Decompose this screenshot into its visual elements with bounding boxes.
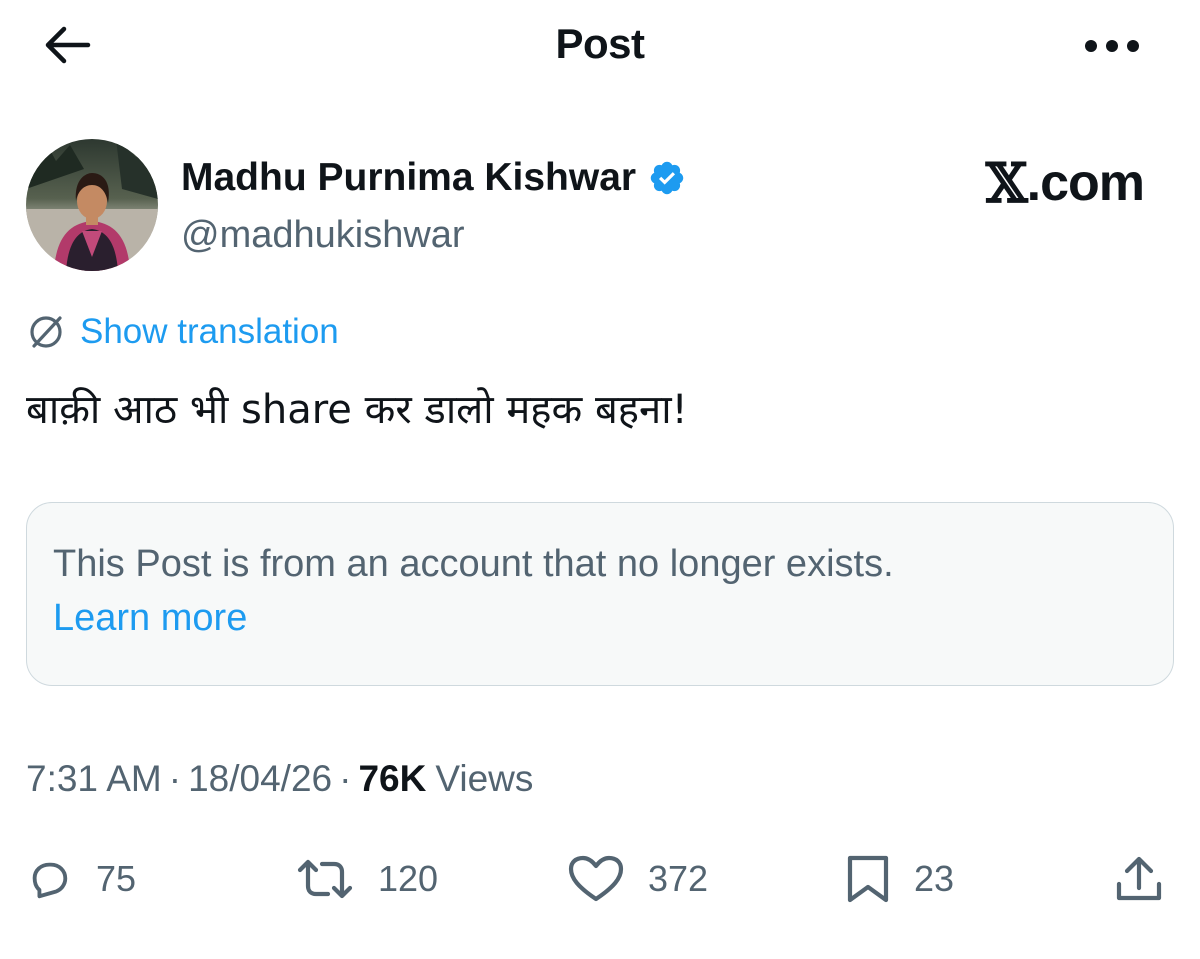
views-count[interactable]: 76K	[358, 758, 426, 800]
reply-count: 75	[96, 858, 137, 899]
translate-icon	[30, 316, 62, 348]
brand-suffix: .com	[1026, 154, 1145, 212]
post-screen: Post Madhu Purnima Kishwar @madhukishwar…	[0, 0, 1200, 959]
repost-count: 120	[378, 858, 439, 899]
author-name-text: Madhu Purnima Kishwar	[181, 156, 637, 199]
share-icon	[1116, 856, 1162, 901]
post-meta: 7:31 AM · 18/04/26 · 76K Views	[26, 758, 533, 800]
repost-button[interactable]: 120	[296, 850, 438, 908]
reply-button[interactable]: 75	[26, 850, 136, 908]
like-count: 372	[648, 858, 709, 899]
notice-text: This Post is from an account that no lon…	[53, 543, 894, 585]
post-date: 18/04/26	[188, 758, 333, 799]
author-handle[interactable]: @madhukishwar	[181, 214, 465, 257]
show-translation-button[interactable]: Show translation	[26, 312, 339, 352]
page-title: Post	[555, 20, 645, 67]
meta-separator: ·	[339, 758, 352, 799]
bookmark-icon	[847, 855, 889, 903]
learn-more-link[interactable]: Learn more	[53, 591, 247, 645]
more-options-button[interactable]	[1082, 26, 1142, 66]
author-name[interactable]: Madhu Purnima Kishwar	[181, 156, 686, 200]
like-button[interactable]: 372	[568, 850, 708, 908]
post-time: 7:31 AM	[26, 758, 162, 799]
avatar[interactable]	[26, 139, 158, 271]
reply-icon	[32, 862, 68, 899]
bookmark-count: 23	[914, 858, 955, 899]
deleted-account-notice: This Post is from an account that no lon…	[26, 502, 1174, 686]
show-translation-label: Show translation	[80, 312, 339, 351]
verified-badge-icon	[648, 159, 686, 197]
more-horizontal-icon	[1085, 40, 1139, 52]
x-logo-icon: 𝕏	[985, 151, 1028, 215]
brand-watermark: 𝕏 .com	[985, 151, 1145, 215]
views-label: Views	[435, 758, 534, 799]
repost-icon	[297, 859, 353, 899]
heart-icon	[568, 855, 624, 902]
bookmark-button[interactable]: 23	[846, 850, 954, 908]
profile-photo	[26, 139, 158, 271]
meta-separator: ·	[168, 758, 182, 799]
post-body: बाक़ी आठ भी share कर डालो महक बहना!	[26, 387, 688, 433]
top-bar: Post	[0, 0, 1200, 92]
share-button[interactable]	[1114, 850, 1164, 908]
